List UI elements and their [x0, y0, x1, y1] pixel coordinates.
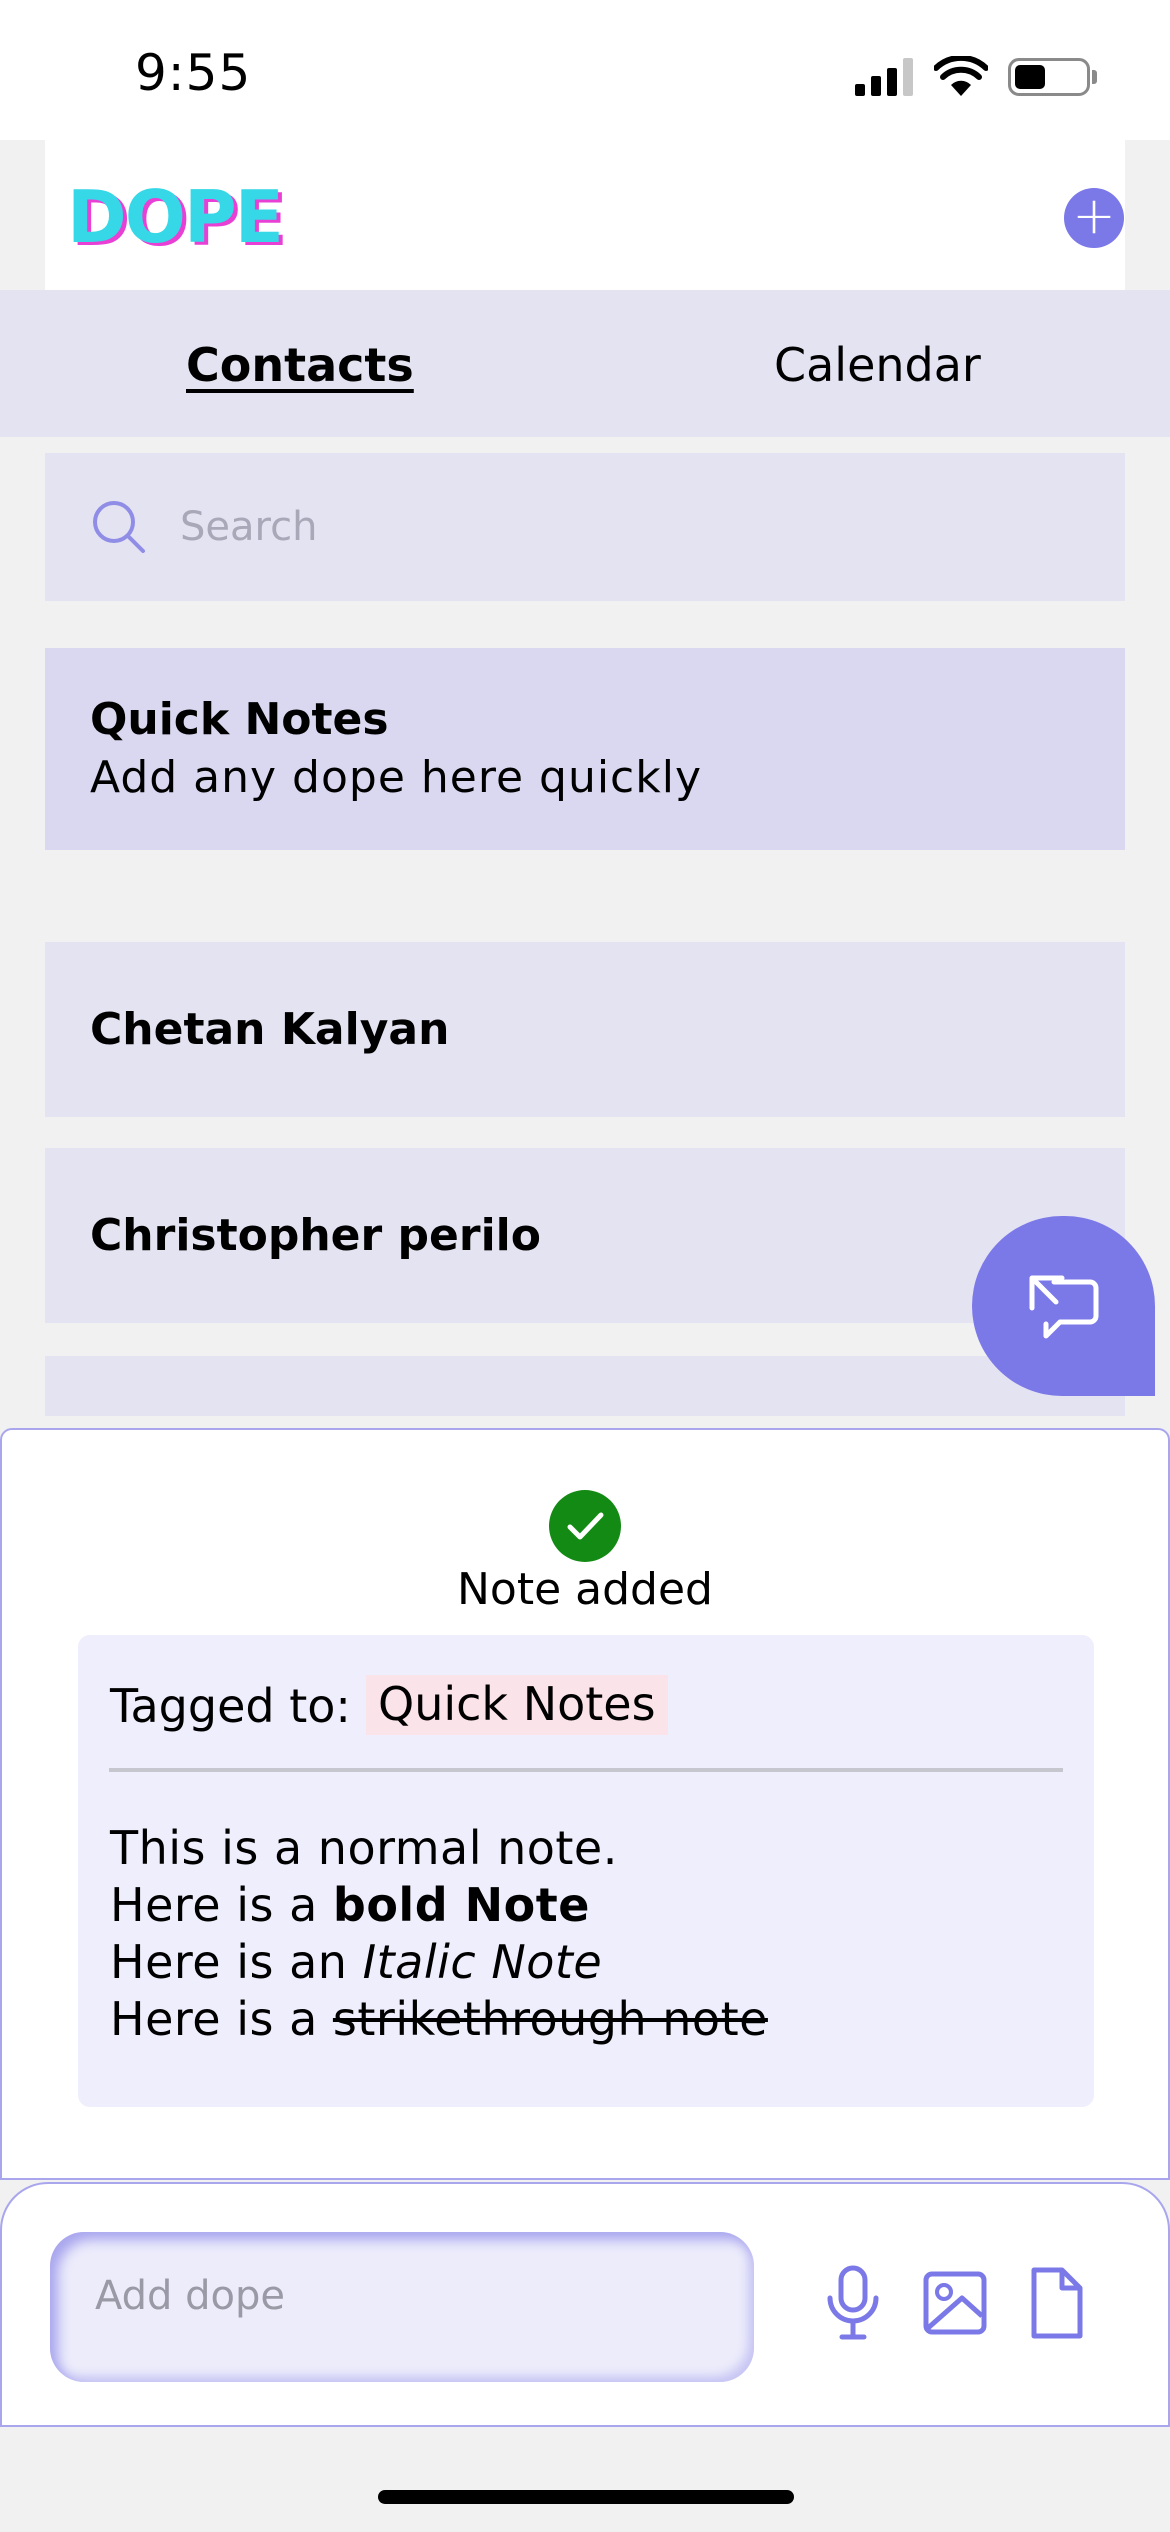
app-header: DOPE +	[45, 140, 1125, 290]
note-line-strike: Here is a strikethrough note	[110, 1991, 768, 2048]
search-input[interactable]	[180, 499, 1080, 555]
app-logo: DOPE	[67, 175, 284, 259]
battery-tip	[1092, 70, 1097, 84]
contact-name: Christopher perilo	[90, 1210, 541, 1261]
contact-row[interactable]: Chetan Kalyan	[45, 942, 1125, 1117]
note-line-italic: Here is an Italic Note	[110, 1934, 768, 1991]
image-icon[interactable]	[922, 2264, 988, 2342]
contact-row[interactable]	[45, 1356, 1125, 1416]
quick-notes-title: Quick Notes	[90, 694, 389, 745]
note-added-status: Note added	[457, 1564, 713, 1615]
strikethrough-text: strikethrough note	[332, 1992, 768, 2046]
tab-bar: Contacts Calendar	[0, 290, 1170, 437]
divider	[109, 1768, 1063, 1772]
status-time: 9:55	[135, 44, 252, 102]
check-circle-icon	[549, 1490, 621, 1562]
tag-chip[interactable]: Quick Notes	[366, 1675, 668, 1735]
plus-icon: +	[1072, 186, 1116, 246]
quick-notes-card[interactable]: Quick Notes Add any dope here quickly	[45, 648, 1125, 850]
battery-icon	[1008, 58, 1090, 96]
signal-icon	[855, 58, 915, 96]
note-added-sheet: Note added Tagged to: Quick Notes This i…	[0, 1428, 1170, 2180]
note-line-prefix: Here is a	[110, 1992, 333, 2046]
add-dope-input[interactable]	[95, 2266, 715, 2326]
note-preview-card: Tagged to: Quick Notes This is a normal …	[78, 1635, 1094, 2107]
home-indicator[interactable]	[378, 2490, 794, 2504]
file-icon[interactable]	[1028, 2264, 1086, 2342]
contact-row[interactable]: Christopher perilo	[45, 1148, 1125, 1323]
expand-chat-icon	[1029, 1275, 1099, 1339]
wifi-icon	[934, 56, 988, 96]
search-icon	[93, 501, 145, 553]
tagged-to-label: Tagged to:	[110, 1679, 351, 1733]
microphone-icon[interactable]	[822, 2264, 884, 2342]
add-button[interactable]: +	[1064, 188, 1124, 248]
composer-bar	[0, 2182, 1170, 2427]
bold-text: bold Note	[332, 1878, 590, 1932]
tab-contacts[interactable]: Contacts	[186, 338, 414, 392]
contact-name: Chetan Kalyan	[90, 1004, 450, 1055]
composer-field[interactable]	[50, 2232, 754, 2382]
tab-calendar[interactable]: Calendar	[774, 338, 981, 392]
italic-text: Italic Note	[362, 1935, 603, 1989]
search-bar[interactable]	[45, 453, 1125, 601]
note-line-prefix: Here is a	[110, 1878, 333, 1932]
quick-notes-subtitle: Add any dope here quickly	[90, 752, 702, 803]
chat-fab[interactable]	[972, 1216, 1155, 1396]
note-line-normal: This is a normal note.	[110, 1821, 618, 1875]
note-line-bold: Here is a bold Note	[110, 1877, 768, 1934]
note-line-prefix: Here is an	[110, 1935, 363, 1989]
note-body: This is a normal note. Here is a bold No…	[110, 1820, 768, 2048]
